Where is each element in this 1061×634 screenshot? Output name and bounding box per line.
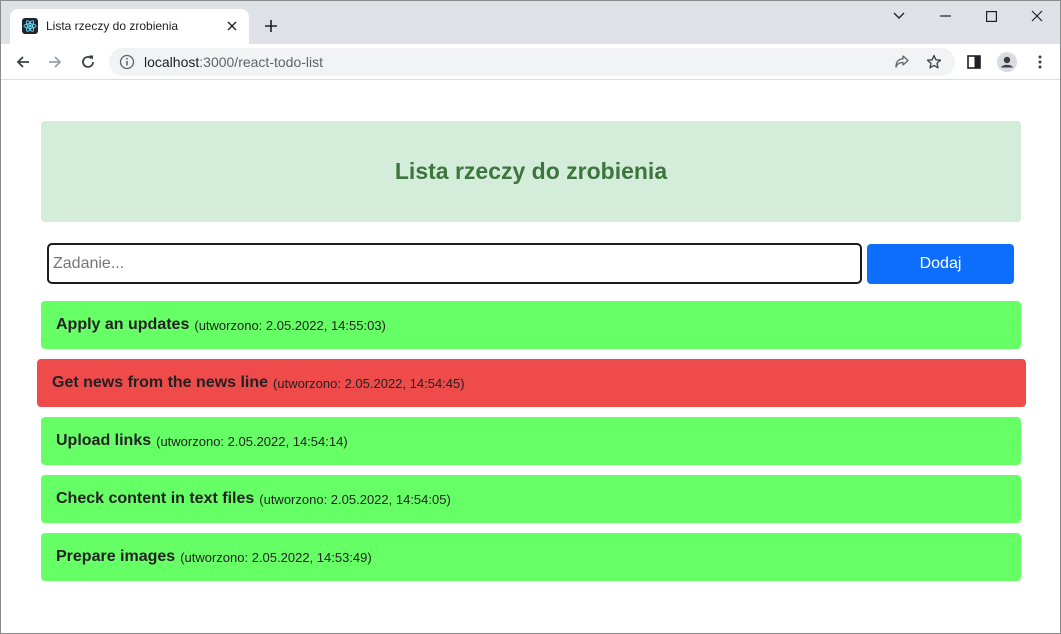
task-input[interactable] [47,243,862,284]
url-text: localhost:3000/react-todo-list [144,54,323,70]
todo-name: Apply an updates [56,316,190,333]
close-tab-icon[interactable] [223,17,241,35]
todo-created: (utworzono: 2.05.2022, 14:55:03) [194,317,386,333]
page-title: Lista rzeczy do zrobienia [394,158,668,184]
todo-name: Upload links [56,432,152,449]
forward-icon[interactable] [42,49,68,75]
header-card: Lista rzeczy do zrobienia [41,121,1021,222]
browser-tab[interactable]: Lista rzeczy do zrobienia [10,9,249,44]
side-panel-icon[interactable] [963,51,985,73]
url-path: :3000/react-todo-list [199,54,323,70]
tab-search-icon[interactable] [876,1,922,31]
reload-icon[interactable] [75,49,101,75]
todo-name: Check content in text files [56,490,255,507]
back-icon[interactable] [10,49,36,75]
todo-created: (utworzono: 2.05.2022, 14:54:05) [259,491,451,507]
react-logo-icon [22,18,38,34]
maximize-icon[interactable] [968,1,1014,31]
new-tab-icon[interactable] [260,15,282,37]
todo-item[interactable]: Apply an updates (utworzono: 2.05.2022, … [41,301,1021,349]
minimize-icon[interactable] [922,1,968,31]
todo-item[interactable]: Check content in text files (utworzono: … [41,475,1021,523]
todo-created: (utworzono: 2.05.2022, 14:53:49) [180,549,372,565]
site-info-icon[interactable] [119,54,135,70]
todo-created: (utworzono: 2.05.2022, 14:54:14) [156,433,348,449]
todo-created: (utworzono: 2.05.2022, 14:54:45) [273,375,465,391]
todo-item[interactable]: Upload links (utworzono: 2.05.2022, 14:5… [41,417,1021,465]
browser-toolbar: localhost:3000/react-todo-list [1,44,1060,80]
share-icon[interactable] [893,53,911,71]
todo-name: Prepare images [56,548,176,565]
todo-name: Get news from the news line [52,374,269,391]
todo-item[interactable]: Get news from the news line (utworzono: … [37,359,1026,407]
tab-strip: Lista rzeczy do zrobienia [1,1,1060,44]
profile-avatar-icon[interactable] [996,51,1018,73]
tab-title: Lista rzeczy do zrobienia [46,19,179,33]
url-host: localhost [144,54,200,70]
bookmark-star-icon[interactable] [925,53,943,71]
close-window-icon[interactable] [1014,1,1060,31]
address-bar[interactable]: localhost:3000/react-todo-list [109,48,955,76]
add-task-button[interactable]: Dodaj [867,244,1014,284]
browser-window: Lista rzeczy do zrobienia localhost:3000… [0,0,1061,634]
more-menu-icon[interactable] [1029,51,1051,73]
todo-item[interactable]: Prepare images (utworzono: 2.05.2022, 14… [41,533,1021,581]
page-content: Lista rzeczy do zrobienia Dodaj Apply an… [1,81,1060,633]
